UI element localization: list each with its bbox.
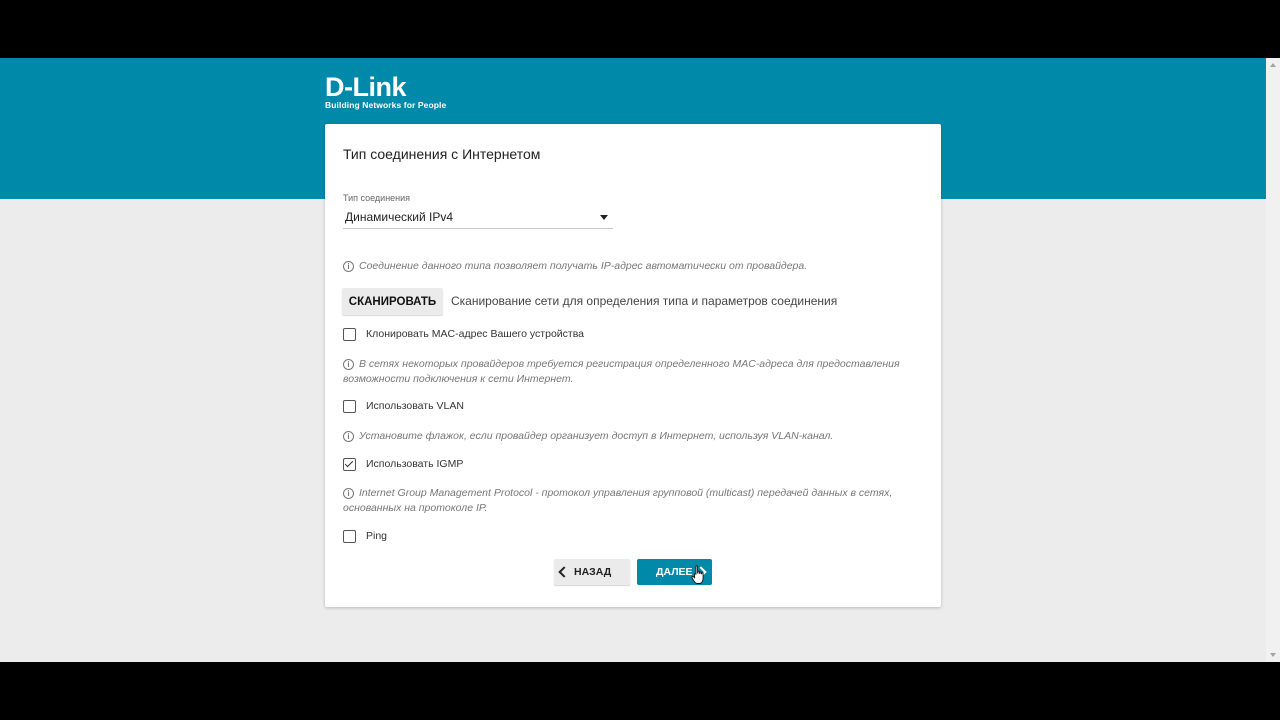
page-scrollbar[interactable] [1266, 58, 1280, 662]
scroll-down-icon[interactable] [1270, 653, 1276, 657]
connection-type-label: Тип соединения [343, 193, 411, 203]
logo-brand: D-Link [325, 72, 407, 102]
clone-mac-hint-text: В сетях некоторых провайдеров требуется … [343, 358, 900, 385]
scroll-up-icon[interactable] [1270, 63, 1276, 67]
chevron-left-icon [558, 566, 570, 578]
vlan-hint: i Установите флажок, если провайдер орган… [343, 429, 833, 444]
caret-down-icon [600, 215, 608, 220]
info-icon: i [343, 359, 354, 370]
vlan-label[interactable]: Использовать VLAN [366, 400, 464, 412]
igmp-hint-text: Internet Group Management Protocol - про… [343, 487, 893, 514]
scan-button[interactable]: СКАНИРОВАТЬ [342, 288, 443, 315]
info-icon: i [343, 488, 354, 499]
scan-description: Сканирование сети для определения типа и… [451, 294, 838, 308]
connection-hint: i Соединение данного типа позволяет получ… [343, 259, 807, 274]
ping-checkbox[interactable] [343, 530, 356, 543]
next-button-label: ДАЛЕЕ [656, 566, 693, 578]
ping-label[interactable]: Ping [366, 530, 387, 542]
igmp-checkbox[interactable] [343, 458, 356, 471]
clone-mac-hint: iВ сетях некоторых провайдеров требуется… [343, 357, 903, 387]
igmp-hint: i Internet Group Management Protocol - пр… [343, 486, 903, 516]
connection-type-select[interactable]: Динамический IPv4 [343, 206, 613, 229]
info-icon: i [343, 431, 354, 442]
vlan-checkbox[interactable] [343, 400, 356, 413]
page-title: Тип соединения с Интернетом [343, 146, 541, 162]
back-button[interactable]: НАЗАД [554, 559, 630, 585]
logo-tagline: Building Networks for People [325, 100, 447, 110]
igmp-label[interactable]: Использовать IGMP [366, 458, 463, 470]
browser-viewport: D-Link Building Networks for People Тип … [0, 58, 1280, 662]
dlink-logo[interactable]: D-Link Building Networks for People [325, 72, 447, 111]
clone-mac-checkbox[interactable] [343, 328, 356, 341]
connection-wizard-card: Тип соединения с Интернетом Тип соединен… [325, 124, 941, 607]
info-icon: i [343, 261, 354, 272]
clone-mac-label[interactable]: Клонировать MAC-адрес Вашего устройства [366, 328, 584, 340]
connection-hint-text: Соединение данного типа позволяет получа… [359, 260, 808, 272]
connection-type-value: Динамический IPv4 [345, 210, 454, 224]
hand-pointer-icon [691, 565, 704, 584]
vlan-hint-text: Установите флажок, если провайдер органи… [359, 430, 834, 442]
back-button-label: НАЗАД [574, 566, 612, 578]
